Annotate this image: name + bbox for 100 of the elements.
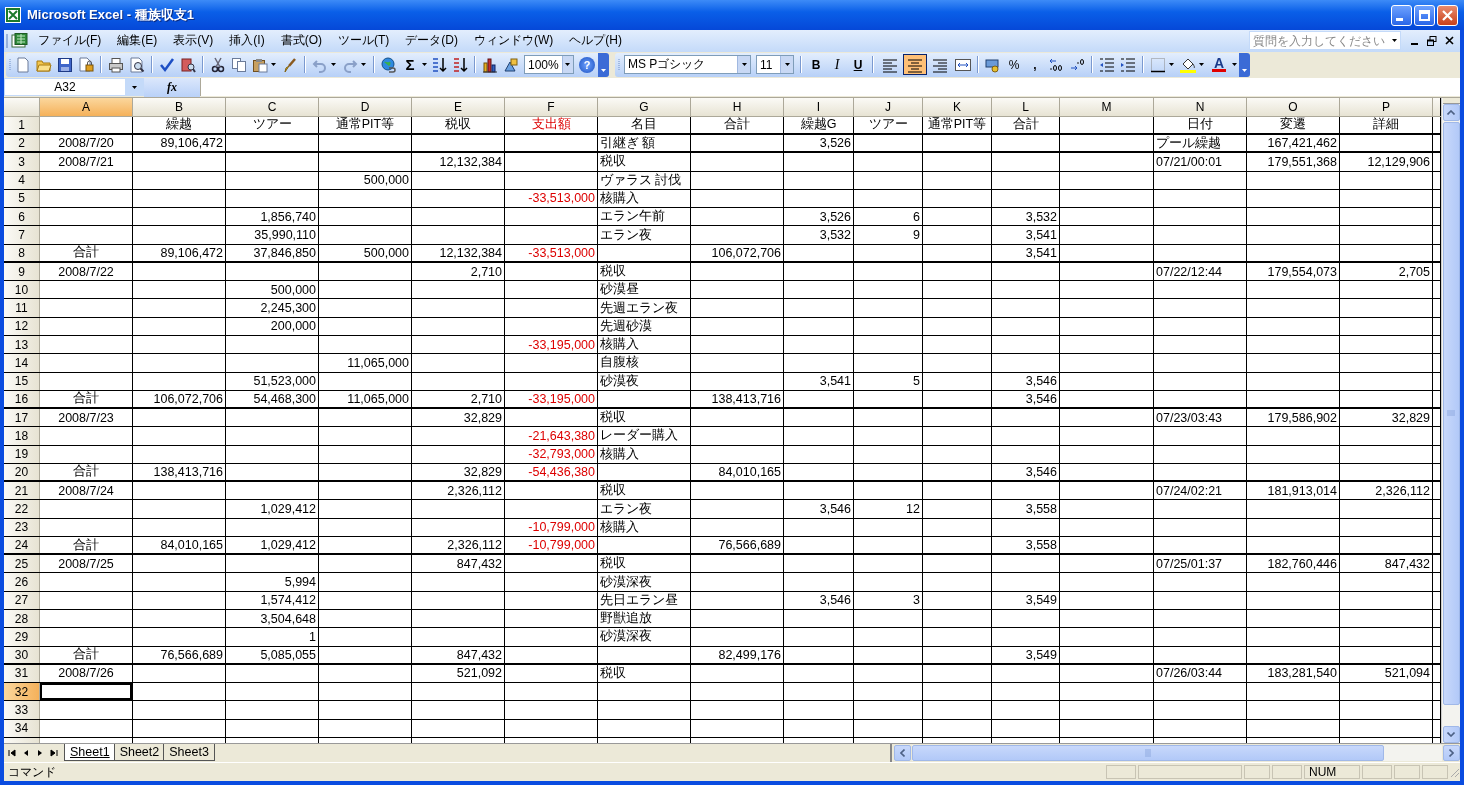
restore-icon[interactable] [1427, 35, 1437, 46]
row-header[interactable]: 10 [4, 281, 40, 299]
first-sheet-icon[interactable] [8, 749, 16, 758]
menu-item[interactable]: 挿入(I) [222, 30, 272, 52]
caret-icon[interactable] [270, 62, 277, 68]
spelling-check-icon[interactable] [159, 56, 175, 73]
row-header[interactable]: 32 [4, 683, 40, 701]
caret-icon[interactable] [1390, 38, 1398, 44]
sheet-tab[interactable]: Sheet1 [64, 744, 116, 762]
shapes-icon[interactable] [503, 56, 519, 73]
comma-button[interactable]: , [1025, 54, 1045, 76]
increase-indent-icon[interactable] [1120, 56, 1136, 73]
cut-icon[interactable] [210, 56, 226, 73]
row-header[interactable]: 2 [4, 135, 40, 152]
row-header[interactable]: 3 [4, 153, 40, 171]
print-preview-icon[interactable] [129, 56, 145, 73]
previous-sheet-icon[interactable] [22, 749, 30, 758]
merge-center-icon[interactable] [955, 56, 971, 73]
split-box[interactable] [1442, 97, 1460, 104]
copy-icon[interactable] [231, 56, 247, 73]
row-header[interactable]: 22 [4, 500, 40, 518]
menu-item[interactable]: 書式(O) [273, 30, 329, 52]
column-header[interactable]: B [133, 97, 226, 116]
caret-icon[interactable] [1231, 62, 1238, 68]
close-button[interactable] [1437, 4, 1458, 26]
column-header[interactable]: N [1154, 97, 1247, 116]
chart-icon[interactable] [482, 56, 498, 73]
book-magnifier-icon[interactable] [180, 56, 196, 73]
row-header[interactable]: 14 [4, 354, 40, 372]
column-header[interactable]: E [412, 97, 505, 116]
row-header[interactable]: 18 [4, 427, 40, 445]
caret-icon[interactable] [740, 62, 748, 68]
toolbar-options-button[interactable] [1239, 52, 1250, 77]
row-header[interactable]: 25 [4, 555, 40, 573]
format-painter-icon[interactable] [282, 56, 298, 73]
caret-icon[interactable] [130, 84, 138, 90]
decrease-indent-icon[interactable] [1099, 56, 1115, 73]
column-header[interactable]: F [505, 97, 598, 116]
borders-icon[interactable] [1150, 56, 1166, 73]
percent-button[interactable]: % [1004, 54, 1024, 76]
last-sheet-icon[interactable] [50, 749, 58, 758]
caret-icon[interactable] [360, 62, 367, 68]
font-dropdown[interactable]: MS Pゴシック [624, 55, 751, 75]
italic-button[interactable]: I [827, 54, 847, 76]
next-sheet-icon[interactable] [36, 749, 44, 758]
row-header[interactable]: 26 [4, 573, 40, 591]
decrease-decimal-icon[interactable] [1069, 56, 1085, 73]
scroll-right-button[interactable] [1443, 745, 1460, 762]
sort-ascending-icon[interactable] [431, 56, 447, 73]
currency-icon[interactable] [985, 56, 1001, 73]
menu-item[interactable]: ウィンドウ(W) [467, 30, 561, 52]
sort-descending-icon[interactable] [452, 56, 468, 73]
caret-icon[interactable] [783, 62, 791, 68]
row-header[interactable]: 21 [4, 482, 40, 500]
row-header[interactable]: 7 [4, 226, 40, 244]
caret-icon[interactable] [1168, 62, 1175, 68]
caret-icon[interactable] [564, 62, 572, 68]
column-header[interactable]: G [598, 97, 691, 116]
column-header[interactable]: O [1247, 97, 1340, 116]
toolbar-options-button[interactable] [598, 52, 609, 77]
zoom-dropdown[interactable]: 100% [524, 55, 574, 75]
scroll-left-button[interactable] [894, 745, 911, 762]
sheet-tab[interactable]: Sheet2 [113, 744, 166, 762]
column-header[interactable]: K [923, 97, 992, 116]
column-header[interactable]: M [1060, 97, 1154, 116]
help-search-field[interactable]: 質問を入力してください [1249, 31, 1401, 51]
row-header[interactable]: 17 [4, 409, 40, 427]
column-header[interactable]: P [1340, 97, 1433, 116]
scrollbar-thumb[interactable] [1442, 121, 1460, 706]
menu-item[interactable]: 表示(V) [166, 30, 221, 52]
save-icon[interactable] [57, 56, 73, 73]
caret-icon[interactable] [1198, 62, 1205, 68]
name-box[interactable]: A32 [4, 78, 144, 97]
formula-input-field[interactable] [200, 78, 1460, 97]
menu-item[interactable]: ヘルプ(H) [562, 30, 629, 52]
font-color-button[interactable]: A [1208, 54, 1230, 76]
document-lock-icon[interactable] [78, 56, 94, 73]
column-header[interactable]: D [319, 97, 412, 116]
caret-icon[interactable] [330, 62, 337, 68]
fill-color-icon[interactable] [1180, 56, 1196, 73]
row-header[interactable]: 11 [4, 299, 40, 317]
scroll-down-button[interactable] [1442, 726, 1460, 744]
paste-icon[interactable] [252, 56, 268, 73]
underline-button[interactable]: U [848, 54, 868, 76]
maximize-button[interactable] [1414, 4, 1435, 26]
active-cell[interactable] [40, 683, 133, 701]
row-header[interactable]: 33 [4, 701, 40, 719]
printer-icon[interactable] [108, 56, 124, 73]
increase-decimal-icon[interactable] [1048, 56, 1064, 73]
bold-button[interactable]: B [806, 54, 826, 76]
scrollbar-thumb[interactable] [912, 745, 1384, 762]
column-header[interactable]: L [992, 97, 1060, 116]
font-size-dropdown[interactable]: 11 [756, 55, 794, 75]
new-document-icon[interactable] [15, 56, 31, 73]
caret-icon[interactable] [421, 62, 428, 68]
hyperlink-icon[interactable] [381, 56, 397, 73]
menu-item[interactable]: データ(D) [398, 30, 465, 52]
row-header[interactable]: 29 [4, 628, 40, 646]
menu-item[interactable]: 編集(E) [110, 30, 165, 52]
minimize-button[interactable] [1391, 4, 1412, 26]
